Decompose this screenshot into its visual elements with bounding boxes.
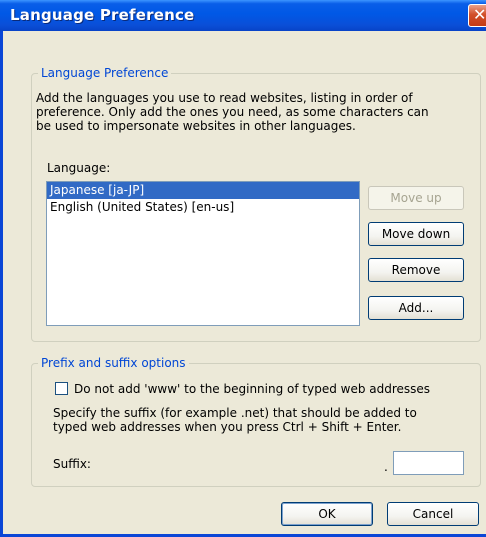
- suffix-description-line: Specify the suffix (for example .net) th…: [53, 406, 417, 420]
- language-preference-dialog: Language Preference ✕ Language Preferenc…: [0, 0, 486, 537]
- no-www-checkbox[interactable]: [55, 382, 68, 395]
- dialog-title: Language Preference: [10, 6, 195, 24]
- language-list-item[interactable]: English (United States) [en-us]: [47, 199, 359, 216]
- prefix-suffix-legend: Prefix and suffix options: [38, 356, 189, 370]
- language-preference-legend: Language Preference: [38, 66, 172, 80]
- suffix-description: Specify the suffix (for example .net) th…: [53, 406, 478, 434]
- suffix-description-line: typed web addresses when you press Ctrl …: [53, 420, 402, 434]
- close-button[interactable]: ✕: [468, 4, 486, 27]
- language-list-item[interactable]: Japanese [ja-JP]: [47, 182, 359, 199]
- language-list[interactable]: Japanese [ja-JP] English (United States)…: [46, 181, 360, 326]
- move-down-button[interactable]: Move down: [368, 222, 464, 246]
- language-label: Language:: [47, 161, 111, 175]
- language-description: Add the languages you use to read websit…: [36, 91, 481, 133]
- no-www-checkbox-label[interactable]: Do not add 'www' to the beginning of typ…: [74, 382, 430, 396]
- close-icon: ✕: [473, 5, 486, 24]
- title-bar[interactable]: Language Preference ✕: [0, 0, 486, 31]
- suffix-label: Suffix:: [53, 457, 91, 471]
- language-description-line: Add the languages you use to read websit…: [36, 91, 413, 105]
- suffix-dot: .: [384, 460, 388, 474]
- add-button[interactable]: Add...: [368, 296, 464, 320]
- remove-button[interactable]: Remove: [368, 258, 464, 282]
- cancel-button[interactable]: Cancel: [387, 502, 479, 526]
- language-description-line: preference. Only add the ones you need, …: [36, 105, 429, 119]
- suffix-input[interactable]: [393, 451, 464, 475]
- ok-button[interactable]: OK: [281, 502, 373, 526]
- move-up-button[interactable]: Move up: [368, 186, 464, 210]
- language-description-line: be used to impersonate websites in other…: [36, 119, 356, 133]
